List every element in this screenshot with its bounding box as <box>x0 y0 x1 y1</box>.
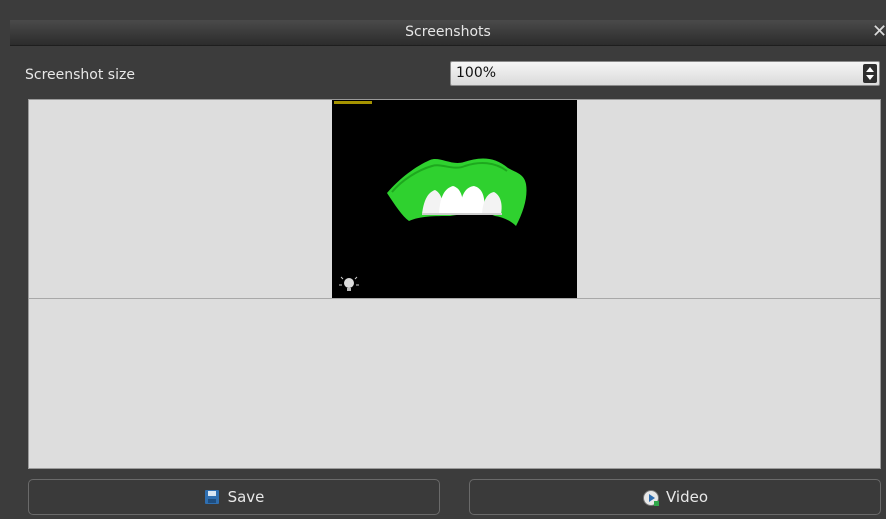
close-icon[interactable]: ✕ <box>872 20 886 45</box>
screenshot-preview-area <box>28 99 881 469</box>
spinner-arrows-icon[interactable] <box>863 64 877 83</box>
video-play-icon <box>642 489 659 506</box>
floppy-disk-icon <box>204 489 220 505</box>
save-button-label: Save <box>227 488 265 506</box>
video-button[interactable]: Video <box>469 479 881 515</box>
screenshot-size-value: 100% <box>456 65 497 81</box>
title-bar: Screenshots ✕ <box>10 20 886 46</box>
window-title: Screenshots <box>405 24 491 40</box>
save-button[interactable]: Save <box>28 479 440 515</box>
video-button-label: Video <box>665 488 709 506</box>
preview-divider <box>29 298 880 299</box>
screenshot-thumbnail <box>332 100 577 298</box>
dental-model-image <box>332 100 577 298</box>
screenshot-size-label: Screenshot size <box>25 67 135 83</box>
screenshot-size-select[interactable]: 100% <box>450 61 880 86</box>
